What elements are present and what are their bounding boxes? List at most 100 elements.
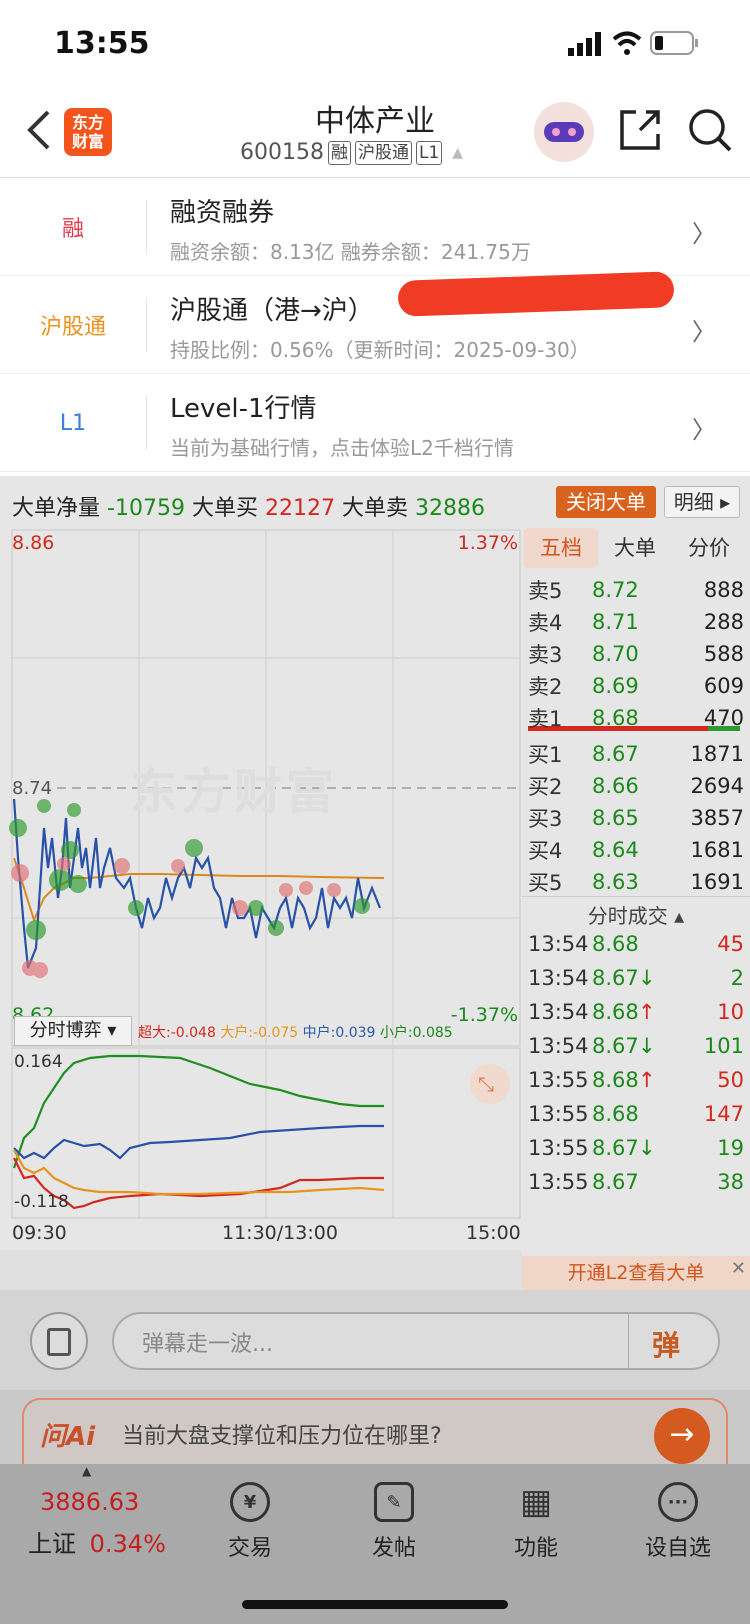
stock-code: 600158	[240, 140, 324, 165]
detail-button[interactable]: 明细 ▸	[664, 486, 740, 518]
trade-volume: 147	[703, 1102, 744, 1126]
info-row-connect[interactable]: 沪股通 沪股通（港→沪） 持股比例：0.56%（更新时间：2025-09-30）…	[0, 271, 750, 374]
robot-avatar-icon[interactable]	[534, 102, 594, 162]
trades-title[interactable]: 分时成交 ▴	[522, 900, 750, 929]
intraday-chart-svg	[9, 529, 522, 1219]
ask-label: 卖2	[528, 675, 563, 699]
ai-question-bar[interactable]: 问Ai 当前大盘支撑位和压力位在哪里? →	[0, 1390, 750, 1464]
bid-label: 买3	[528, 807, 563, 831]
nav-bar: 东方 财富 中体产业 600158 融 沪股通 L1 ▲	[0, 90, 750, 178]
stock-name: 中体产业	[315, 104, 435, 139]
tab-add-watchlist[interactable]: ··· 设自选	[618, 1482, 738, 1562]
tab-price-dist[interactable]: 分价	[672, 528, 746, 568]
expand-icon[interactable]: ⤡	[478, 1072, 494, 1096]
bid-volume: 1871	[690, 742, 744, 766]
ask-label: 卖4	[528, 611, 563, 635]
sub-top-label: 0.164	[14, 1052, 63, 1072]
trade-time: 13:54	[528, 1000, 589, 1024]
tab-big-orders[interactable]: 大单	[598, 528, 672, 568]
notes-icon[interactable]	[30, 1312, 88, 1370]
pct-high-label: 1.37%	[457, 532, 518, 554]
trade-price: 8.67	[592, 966, 639, 990]
info-row-margin[interactable]: 融 融资融券 融资余额：8.13亿 融券余额：241.75万 〉	[0, 178, 750, 276]
trade-row: 13:55 8.67 ↓ 19	[522, 1132, 750, 1164]
bid-price: 8.67	[592, 742, 639, 766]
trade-time: 13:55	[528, 1136, 589, 1160]
trade-time: 13:54	[528, 1034, 589, 1058]
trade-direction-icon: ↑	[638, 1000, 656, 1024]
trade-time: 13:55	[528, 1102, 589, 1126]
trade-price: 8.67	[592, 1170, 639, 1194]
row-label: 沪股通	[39, 315, 106, 340]
trade-direction-icon: ↓	[638, 1034, 656, 1058]
trade-price: 8.68	[592, 932, 639, 956]
index-value[interactable]: 3886.63	[40, 1488, 139, 1516]
tab-functions[interactable]: ▦ 功能	[476, 1482, 596, 1562]
trade-row: 13:54 8.68 45	[522, 928, 750, 960]
arrow-right-icon[interactable]: →	[654, 1408, 710, 1464]
pct-low-label: -1.37%	[450, 1004, 518, 1026]
red-redaction-mark	[397, 271, 675, 317]
search-icon[interactable]	[688, 108, 732, 152]
tab-trade[interactable]: ¥ 交易	[190, 1482, 310, 1562]
row-title: 融资融券	[170, 198, 275, 228]
trade-icon: ¥	[230, 1482, 270, 1522]
comment-bar: 弹幕走一波... 弹	[0, 1290, 750, 1390]
bid-label: 买4	[528, 839, 563, 863]
ai-logo: 问Ai	[40, 1422, 96, 1452]
bid-volume: 1681	[690, 838, 744, 862]
l2-banner[interactable]: 开通L2查看大单 ✕	[522, 1256, 750, 1290]
app-logo: 东方 财富	[64, 108, 112, 156]
row-sub: 融资余额：8.13亿 融券余额：241.75万	[170, 240, 531, 264]
tab-post[interactable]: ✎ 发帖	[334, 1482, 454, 1562]
ask-row: 卖3 8.70 588	[522, 638, 750, 670]
trade-time: 13:54	[528, 966, 589, 990]
trade-volume: 10	[717, 1000, 744, 1024]
index-line[interactable]: 上证 0.34%	[28, 1524, 166, 1559]
close-icon[interactable]: ✕	[731, 1252, 746, 1286]
sub-chart-legend: 超大:-0.048 大户:-0.075 中户:0.039 小户:0.085	[138, 1025, 453, 1041]
chevron-right-icon: 〉	[692, 416, 716, 444]
trade-price: 8.67	[592, 1034, 639, 1058]
row-title: 沪股通（港→沪）	[170, 296, 374, 326]
tag-level: L1	[415, 140, 443, 165]
tag-connect: 沪股通	[354, 140, 412, 165]
tab-five-levels[interactable]: 五档	[524, 528, 598, 568]
ask-price: 8.71	[592, 610, 639, 634]
close-big-order-button[interactable]: 关闭大单	[556, 486, 656, 518]
sub-chart-selector[interactable]: 分时博弈 ▾	[14, 1016, 132, 1046]
row-title: Level-1行情	[170, 394, 317, 424]
share-icon[interactable]	[618, 108, 662, 152]
home-indicator	[242, 1600, 508, 1609]
bid-volume: 2694	[690, 774, 744, 798]
bid-label: 买1	[528, 743, 563, 767]
trade-direction-icon: ↓	[638, 1136, 656, 1160]
price-mid-label: 8.74	[12, 778, 53, 799]
trade-time: 13:55	[528, 1068, 589, 1092]
ask-row: 卖5 8.72 888	[522, 574, 750, 606]
trade-row: 13:54 8.68 ↑ 10	[522, 996, 750, 1028]
trade-direction-icon: ↑	[638, 1068, 656, 1092]
more-icon: ···	[658, 1482, 698, 1522]
ask-row: 卖4 8.71 288	[522, 606, 750, 638]
caret-up-icon: ▲	[452, 144, 464, 161]
order-book-panel: 五档 大单 分价 分时成交 ▴ 开通L2查看大单 ✕ 卖5 8.72 888 卖4 8.…	[522, 528, 750, 1290]
ai-question-text: 当前大盘支撑位和压力位在哪里?	[122, 1424, 442, 1449]
ask-volume: 288	[703, 610, 744, 634]
net-label: 大单净量	[12, 496, 101, 521]
stock-code-line[interactable]: 600158 融 沪股通 L1 ▲	[240, 140, 463, 165]
bid-price: 8.64	[592, 838, 639, 862]
trade-row: 13:55 8.67 38	[522, 1166, 750, 1198]
signal-icon	[568, 32, 601, 56]
tag-margin: 融	[327, 140, 351, 165]
trade-row: 13:55 8.68 ↑ 50	[522, 1064, 750, 1096]
danmu-input[interactable]: 弹幕走一波... 弹	[112, 1312, 720, 1370]
status-time: 13:55	[54, 26, 150, 61]
bid-row: 买1 8.67 1871	[522, 738, 750, 770]
danmu-send-icon[interactable]: 弹	[652, 1324, 680, 1364]
back-icon[interactable]	[26, 110, 52, 150]
info-row-level1[interactable]: L1 Level-1行情 当前为基础行情，点击体验L2千档行情 〉	[0, 374, 750, 472]
trade-price: 8.68	[592, 1000, 639, 1024]
sell-label: 大单卖	[341, 496, 408, 521]
ask-label: 卖5	[528, 579, 563, 603]
